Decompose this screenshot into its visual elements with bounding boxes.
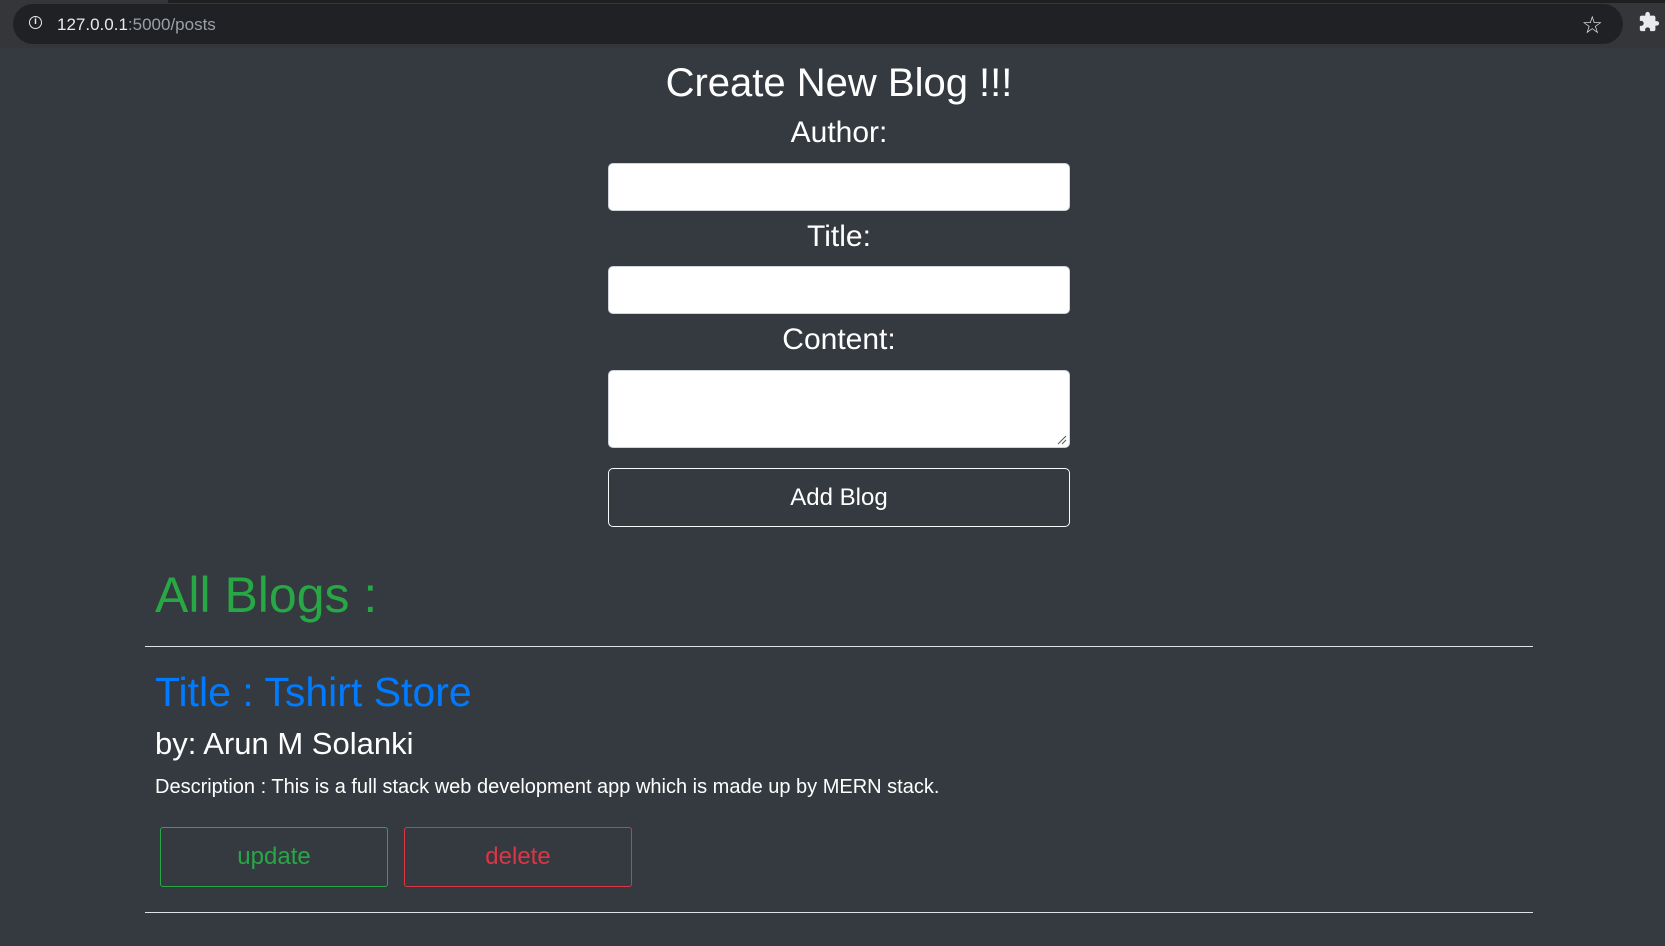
divider: [145, 912, 1533, 913]
delete-button[interactable]: delete: [404, 827, 632, 887]
blog-author: by: Arun M Solanki: [155, 726, 414, 761]
blog-title: Title : Tshirt Store: [155, 669, 472, 715]
content-textarea[interactable]: [608, 370, 1070, 448]
title-input[interactable]: [608, 266, 1070, 314]
author-label: Author:: [790, 116, 888, 149]
content-label: Content:: [782, 323, 896, 356]
site-info-icon[interactable]: i: [29, 16, 42, 29]
address-bar[interactable]: i 127.0.0.1:5000/posts ☆: [13, 4, 1623, 44]
author-input[interactable]: [608, 163, 1070, 211]
tab-strip: [168, 0, 1665, 3]
divider: [145, 646, 1533, 647]
bookmark-star-icon[interactable]: ☆: [1581, 11, 1603, 40]
add-blog-button[interactable]: Add Blog: [608, 468, 1070, 527]
blog-description: Description : This is a full stack web d…: [155, 776, 940, 798]
extensions-puzzle-icon[interactable]: [1638, 10, 1660, 34]
create-blog-heading: Create New Blog !!!: [665, 61, 1013, 105]
title-label: Title:: [807, 220, 871, 253]
all-blogs-heading: All Blogs :: [155, 567, 378, 623]
update-button[interactable]: update: [160, 827, 388, 887]
browser-toolbar: i 127.0.0.1:5000/posts ☆: [0, 0, 1665, 48]
url-text[interactable]: 127.0.0.1:5000/posts: [57, 15, 216, 35]
resize-grip-icon[interactable]: [1057, 435, 1067, 445]
